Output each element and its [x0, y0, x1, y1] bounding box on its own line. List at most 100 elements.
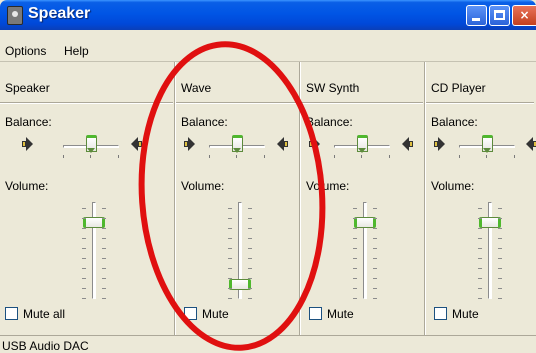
volume-tick [498, 208, 502, 209]
volume-tick [353, 218, 357, 219]
volume-tick [373, 298, 377, 299]
mute-label: Mute all [23, 307, 66, 321]
volume-tick [373, 248, 377, 249]
volume-tick [102, 238, 106, 239]
checkbox-box[interactable] [434, 307, 447, 320]
volume-tick [478, 218, 482, 219]
volume-tick [102, 228, 106, 229]
volume-tick [353, 268, 357, 269]
volume-tick [248, 278, 252, 279]
balance-label: Balance: [431, 115, 478, 129]
volume-tick [248, 218, 252, 219]
volume-tick [102, 218, 106, 219]
channel-name: CD Player [431, 81, 486, 95]
volume-tick [228, 218, 232, 219]
maximize-icon [494, 10, 505, 20]
volume-tick [498, 288, 502, 289]
right-speaker-icon [276, 137, 289, 151]
volume-tick [373, 208, 377, 209]
volume-tick [498, 218, 502, 219]
volume-tick [248, 228, 252, 229]
volume-tick [82, 218, 86, 219]
right-speaker-icon [401, 137, 414, 151]
volume-mixer: Speaker Balance: Volume: Mute all Wave B… [0, 62, 536, 335]
checkbox-box[interactable] [309, 307, 322, 320]
volume-tick [353, 248, 357, 249]
volume-tick [498, 248, 502, 249]
volume-tick [373, 218, 377, 219]
balance-slider-thumb[interactable] [356, 135, 368, 153]
volume-tick [82, 288, 86, 289]
checkbox-box[interactable] [184, 307, 197, 320]
volume-tick [248, 288, 252, 289]
volume-tick [353, 238, 357, 239]
volume-tick [353, 228, 357, 229]
volume-label: Volume: [181, 179, 225, 193]
maximize-button[interactable] [489, 5, 510, 26]
volume-tick [248, 248, 252, 249]
volume-tick [478, 278, 482, 279]
balance-slider-thumb[interactable] [85, 135, 97, 153]
channel-wave: Wave Balance: Volume: Mute [174, 62, 300, 335]
balance-slider-thumb[interactable] [481, 135, 493, 153]
volume-tick [248, 238, 252, 239]
minimize-icon [472, 18, 480, 21]
channel-name: Speaker [5, 81, 50, 95]
title-bar[interactable]: Speaker × [0, 0, 536, 30]
volume-tick [498, 238, 502, 239]
mute-label: Mute [327, 307, 354, 321]
close-button[interactable]: × [512, 5, 536, 26]
volume-tick [102, 268, 106, 269]
volume-tick [498, 278, 502, 279]
volume-tick [102, 258, 106, 259]
left-speaker-icon [22, 137, 35, 151]
volume-tick [228, 268, 232, 269]
volume-tick [228, 208, 232, 209]
volume-tick [373, 238, 377, 239]
volume-tick [373, 278, 377, 279]
volume-label: Volume: [431, 179, 475, 193]
volume-tick [102, 248, 106, 249]
minimize-button[interactable] [466, 5, 487, 26]
volume-tick [373, 268, 377, 269]
status-bar: USB Audio DAC [0, 335, 536, 353]
balance-slider-thumb[interactable] [231, 135, 243, 153]
left-speaker-icon [184, 137, 197, 151]
volume-tick [82, 298, 86, 299]
volume-tick [353, 288, 357, 289]
right-speaker-icon [525, 137, 536, 151]
volume-tick [82, 278, 86, 279]
volume-tick [373, 288, 377, 289]
volume-tick [228, 298, 232, 299]
channel-speaker: Speaker Balance: Volume: Mute all [0, 62, 175, 335]
volume-tick [228, 278, 232, 279]
volume-tick [228, 258, 232, 259]
volume-tick [478, 228, 482, 229]
volume-tick [498, 228, 502, 229]
volume-tick [353, 298, 357, 299]
volume-tick [102, 278, 106, 279]
channel-sw-synth: SW Synth Balance: Volume: Mute [299, 62, 425, 335]
volume-tick [353, 208, 357, 209]
volume-tick [82, 228, 86, 229]
balance-label: Balance: [5, 115, 52, 129]
volume-tick [248, 208, 252, 209]
volume-tick [228, 248, 232, 249]
volume-tick [228, 228, 232, 229]
volume-tick [102, 298, 106, 299]
checkbox-box[interactable] [5, 307, 18, 320]
menu-help[interactable]: Help [64, 44, 89, 58]
menu-options[interactable]: Options [5, 44, 46, 58]
volume-tick [478, 288, 482, 289]
volume-tick [478, 248, 482, 249]
volume-tick [248, 258, 252, 259]
volume-tick [248, 268, 252, 269]
volume-tick [82, 268, 86, 269]
balance-label: Balance: [181, 115, 228, 129]
volume-tick [478, 238, 482, 239]
mute-label: Mute [452, 307, 479, 321]
volume-tick [228, 238, 232, 239]
volume-label: Volume: [5, 179, 49, 193]
window-title: Speaker [28, 5, 91, 22]
volume-tick [102, 208, 106, 209]
